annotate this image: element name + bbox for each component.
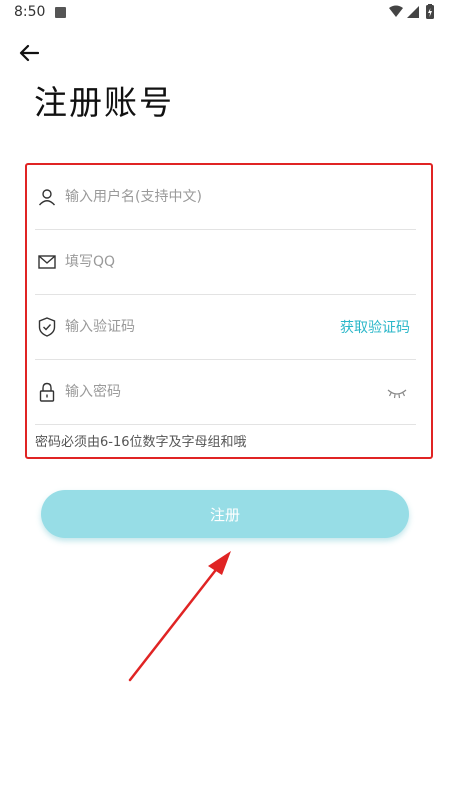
annotation-arrow: [128, 551, 231, 682]
